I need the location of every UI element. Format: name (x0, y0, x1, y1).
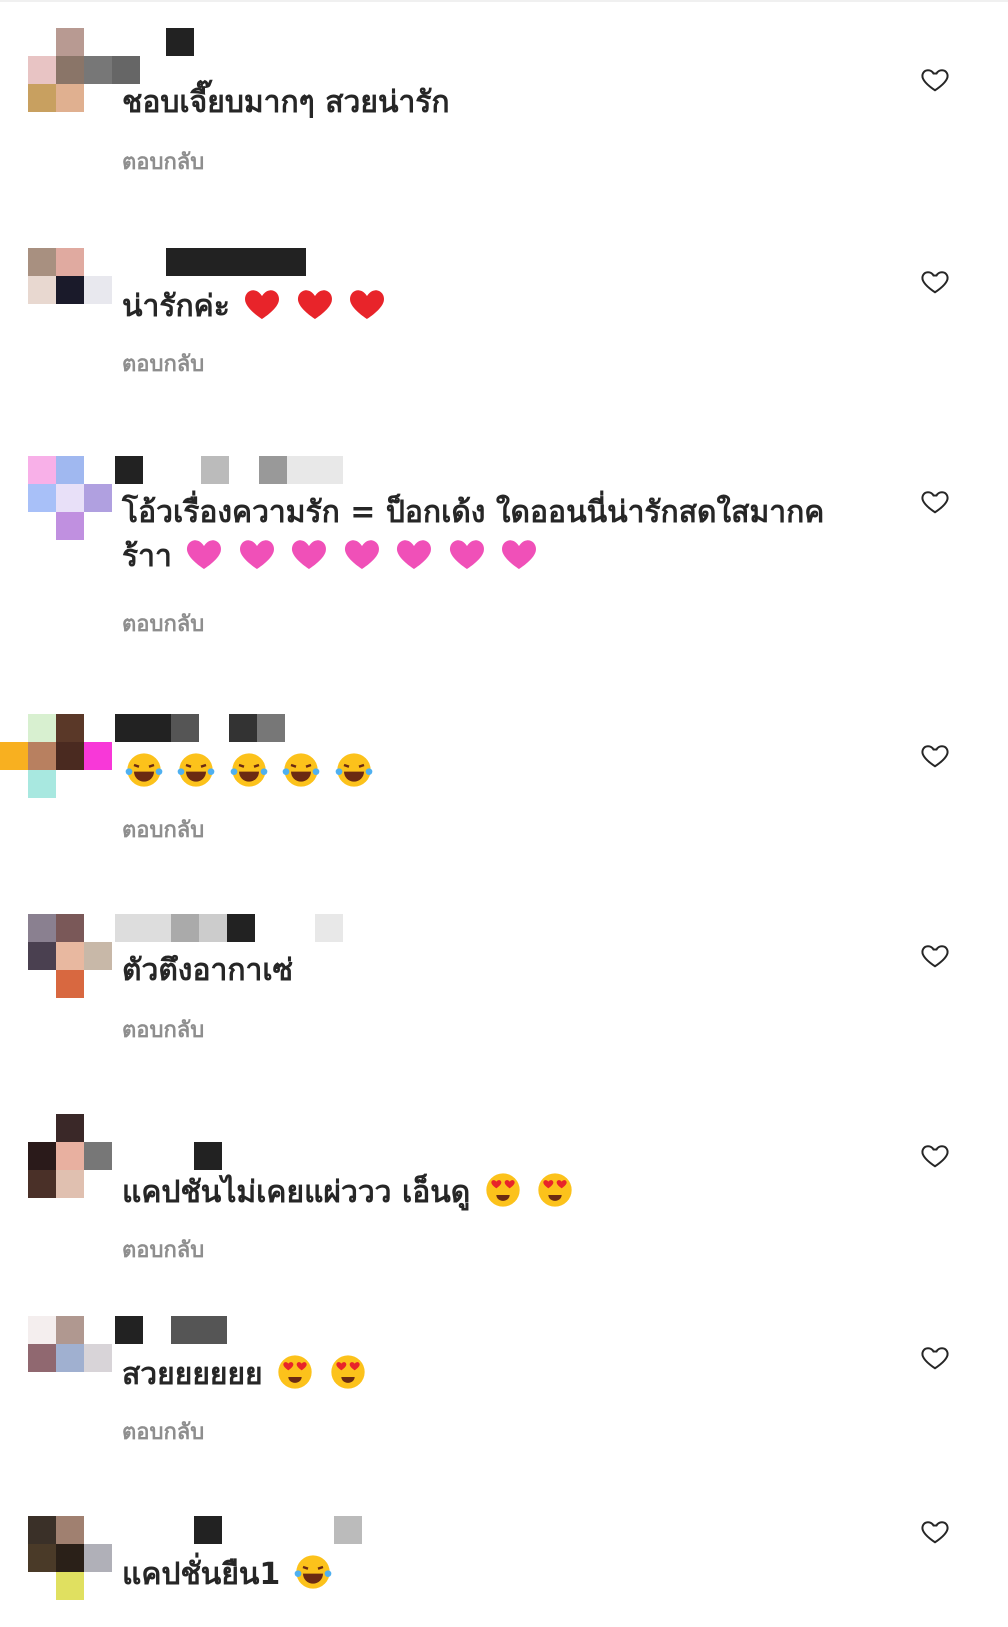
reply-button[interactable]: ตอบกลับ (122, 1232, 204, 1267)
heart-eyes-emoji-icon (483, 1170, 523, 1222)
pink-heart-emoji-icon (184, 534, 224, 586)
comment-text: สวยยยยยย (122, 1352, 862, 1404)
avatar[interactable] (28, 914, 112, 998)
red-heart-emoji-icon (295, 284, 335, 336)
comment-text: แคปชันไม่เคยแผ่ววว เอ็นดู (122, 1170, 862, 1222)
comment-text: น่ารักค่ะ (122, 284, 862, 336)
like-heart-icon[interactable] (920, 266, 950, 296)
comment-text: แคปชั่นยืน1 (122, 1552, 862, 1604)
top-divider (0, 0, 1008, 2)
pink-heart-emoji-icon (342, 534, 382, 586)
like-heart-icon[interactable] (920, 1516, 950, 1546)
laughing-tears-emoji-icon (281, 750, 321, 802)
laughing-tears-emoji-icon (124, 750, 164, 802)
reply-button[interactable]: ตอบกลับ (122, 144, 204, 179)
laughing-tears-emoji-icon (229, 750, 269, 802)
like-heart-icon[interactable] (920, 64, 950, 94)
avatar[interactable] (28, 456, 112, 540)
avatar[interactable] (28, 1114, 112, 1198)
comment-text: โอ้วเรื่องความรัก = ป็อกเด้ง ใดออนนี่น่า… (122, 492, 862, 586)
reply-button[interactable]: ตอบกลับ (122, 812, 204, 847)
comment-text: ตัวตึงอากาเซ่ (122, 953, 293, 988)
heart-eyes-emoji-icon (535, 1170, 575, 1222)
reply-button[interactable]: ตอบกลับ (122, 346, 204, 381)
avatar[interactable] (28, 1316, 112, 1400)
red-heart-emoji-icon (347, 284, 387, 336)
reply-button[interactable]: ตอบกลับ (122, 1414, 204, 1449)
heart-eyes-emoji-icon (275, 1352, 315, 1404)
like-heart-icon[interactable] (920, 740, 950, 770)
avatar[interactable] (28, 28, 140, 112)
pink-heart-emoji-icon (447, 534, 487, 586)
avatar[interactable] (28, 1516, 112, 1600)
laughing-tears-emoji-icon (176, 750, 216, 802)
like-heart-icon[interactable] (920, 1140, 950, 1170)
avatar[interactable] (0, 714, 112, 798)
pink-heart-emoji-icon (289, 534, 329, 586)
like-heart-icon[interactable] (920, 1342, 950, 1372)
pink-heart-emoji-icon (237, 534, 277, 586)
laughing-tears-emoji-icon (334, 750, 374, 802)
comment-text (122, 750, 862, 802)
laughing-tears-emoji-icon (293, 1552, 333, 1604)
comment-text: ชอบเจี๊ยบมากๆ สวยน่ารัก (122, 85, 450, 120)
red-heart-emoji-icon (242, 284, 282, 336)
pink-heart-emoji-icon (394, 534, 434, 586)
pink-heart-emoji-icon (499, 534, 539, 586)
reply-button[interactable]: ตอบกลับ (122, 606, 204, 641)
avatar[interactable] (28, 248, 112, 332)
reply-button[interactable]: ตอบกลับ (122, 1012, 204, 1047)
heart-eyes-emoji-icon (328, 1352, 368, 1404)
like-heart-icon[interactable] (920, 486, 950, 516)
like-heart-icon[interactable] (920, 940, 950, 970)
